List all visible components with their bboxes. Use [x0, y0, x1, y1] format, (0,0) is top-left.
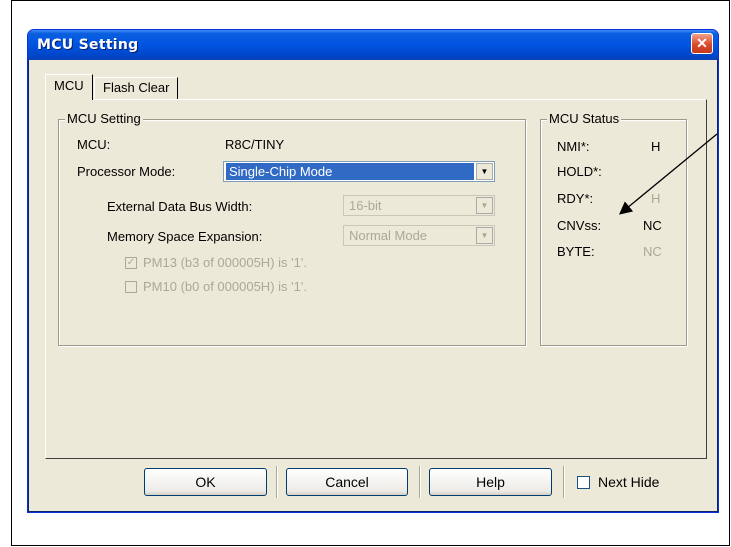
tab-mcu[interactable]: MCU [45, 74, 93, 100]
annotation-arrow [618, 133, 718, 215]
